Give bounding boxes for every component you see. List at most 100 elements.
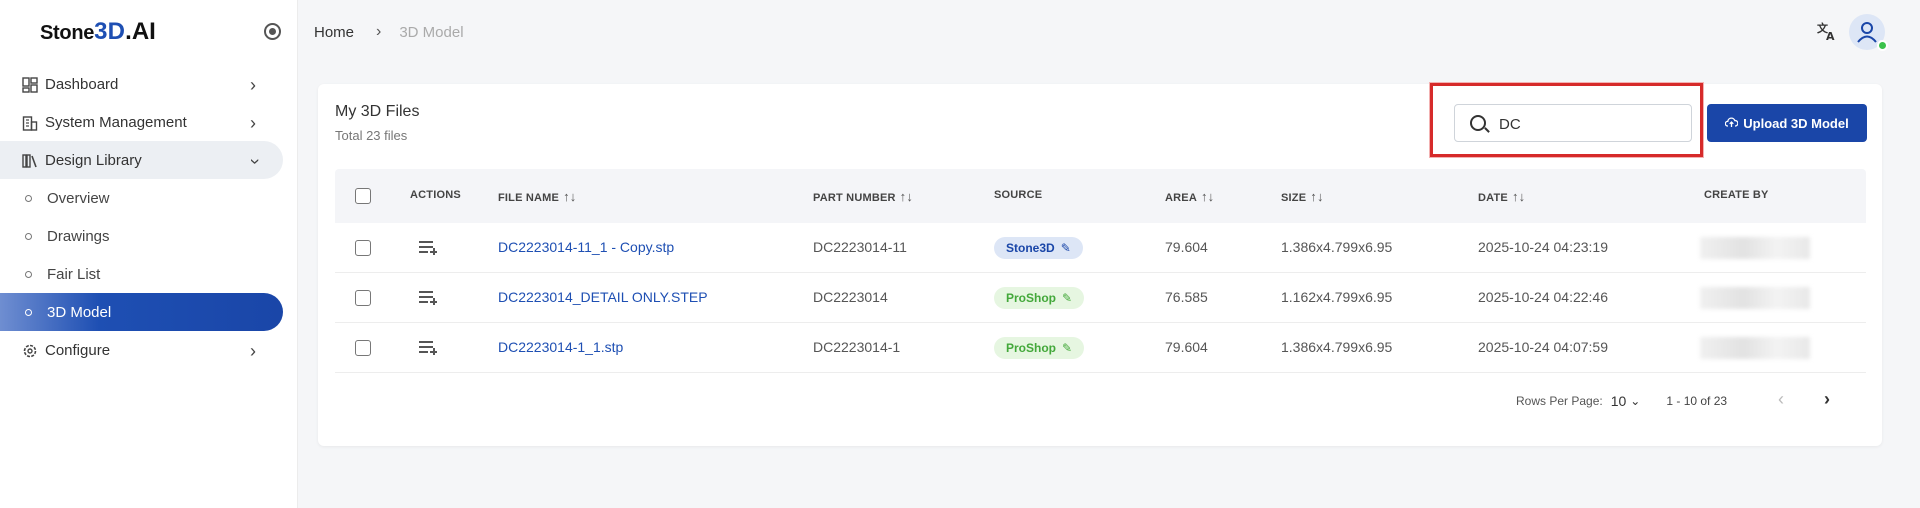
rows-per-page-label: Rows Per Page:: [1516, 394, 1603, 408]
sidebar-item-label: Configure: [45, 342, 111, 359]
table-row[interactable]: DC2223014_DETAIL ONLY.STEP DC2223014 Pro…: [335, 273, 1866, 323]
header-source: SOURCE: [994, 189, 1043, 201]
row-checkbox[interactable]: [355, 240, 371, 256]
file-name-link[interactable]: DC2223014-1_1.stp: [498, 339, 623, 355]
gear-icon: [23, 344, 37, 358]
date-value: 2025-10-24 04:22:46: [1478, 289, 1608, 305]
sidebar-item-label: Overview: [47, 190, 110, 207]
source-badge-label: ProShop: [1006, 291, 1056, 305]
sidebar-item-label: Fair List: [47, 266, 101, 283]
dashboard-icon: [22, 77, 38, 93]
brand-part-1: Stone: [40, 22, 95, 44]
header-date-label: DATE: [1478, 192, 1508, 204]
date-value: 2025-10-24 04:23:19: [1478, 239, 1608, 255]
sidebar-item-fair-list[interactable]: Fair List: [0, 255, 298, 293]
card-subtitle: Total 23 files: [335, 128, 408, 143]
library-icon: [22, 154, 37, 168]
size-value: 1.386x4.799x6.95: [1281, 239, 1393, 255]
search-icon: [1470, 115, 1486, 131]
header-file-name-label: FILE NAME: [498, 192, 560, 204]
source-badge[interactable]: ProShop ✎: [994, 337, 1085, 359]
sidebar-item-drawings[interactable]: Drawings: [0, 217, 298, 255]
breadcrumb: Home › 3D Model: [314, 23, 464, 41]
sidebar: Stone 3D .AI Dashboard › System Management…: [0, 0, 298, 508]
bullet-icon: [25, 233, 32, 240]
chevron-right-icon: ›: [376, 23, 382, 40]
page-range: 1 - 10 of 23: [1666, 394, 1728, 408]
sort-icon: ↑↓: [563, 189, 577, 204]
svg-text:A: A: [1826, 30, 1835, 42]
brand-part-2: 3D: [94, 18, 126, 45]
pagination: Rows Per Page: 10 ⌄ 1 - 10 of 23: [1516, 393, 1727, 409]
row-actions-icon[interactable]: [419, 291, 437, 305]
search-box[interactable]: [1454, 104, 1692, 142]
select-all-checkbox[interactable]: [355, 188, 371, 204]
row-actions-icon[interactable]: [419, 341, 437, 355]
header-part-number-label: PART NUMBER: [813, 192, 896, 204]
header-date[interactable]: DATE ↑↓: [1478, 189, 1525, 204]
chevron-right-icon: ›: [250, 113, 256, 133]
table-header: ACTIONS FILE NAME ↑↓ PART NUMBER ↑↓ SOURCE…: [335, 169, 1866, 223]
sidebar-item-label: Dashboard: [45, 76, 119, 93]
chevron-right-icon: ›: [250, 341, 256, 361]
header-area-label: AREA: [1165, 192, 1197, 204]
sidebar-item-label: Drawings: [47, 228, 110, 245]
sidebar-item-dashboard[interactable]: Dashboard ›: [0, 65, 298, 103]
row-checkbox[interactable]: [355, 290, 371, 306]
part-number: DC2223014-11: [813, 239, 907, 255]
search-input[interactable]: [1499, 112, 1679, 136]
header-area[interactable]: AREA ↑↓: [1165, 189, 1214, 204]
brand-part-3: .AI: [125, 18, 156, 45]
avatar[interactable]: [1849, 14, 1888, 51]
table-row[interactable]: DC2223014-11_1 - Copy.stp DC2223014-11 S…: [335, 223, 1866, 273]
cloud-upload-icon: [1724, 116, 1739, 131]
source-badge-label: Stone3D: [1006, 241, 1055, 255]
sort-icon: ↑↓: [1310, 189, 1324, 204]
row-checkbox[interactable]: [355, 340, 371, 356]
next-page-button[interactable]: ›: [1824, 389, 1830, 410]
prev-page-button[interactable]: ‹: [1778, 389, 1784, 410]
file-name-link[interactable]: DC2223014-11_1 - Copy.stp: [498, 239, 674, 255]
table-row[interactable]: DC2223014-1_1.stp DC2223014-1 ProShop ✎ 7…: [335, 323, 1866, 373]
chevron-right-icon: ›: [250, 75, 256, 95]
area-value: 79.604: [1165, 339, 1208, 355]
translate-icon[interactable]: 文A: [1816, 20, 1838, 43]
header-size[interactable]: SIZE ↑↓: [1281, 189, 1324, 204]
header-file-name[interactable]: FILE NAME ↑↓: [498, 189, 576, 204]
source-badge[interactable]: ProShop ✎: [994, 287, 1085, 309]
size-value: 1.162x4.799x6.95: [1281, 289, 1393, 305]
sidebar-item-label: 3D Model: [47, 304, 112, 321]
sidebar-item-design-library[interactable]: Design Library ›: [0, 141, 283, 179]
edit-icon: ✎: [1062, 291, 1073, 305]
brand-logo[interactable]: Stone 3D .AI: [40, 18, 156, 46]
breadcrumb-home[interactable]: Home: [314, 24, 354, 41]
area-value: 79.604: [1165, 239, 1208, 255]
blurred-creator: [1700, 237, 1810, 259]
header-part-number[interactable]: PART NUMBER ↑↓: [813, 189, 913, 204]
blurred-creator: [1700, 337, 1810, 359]
sort-icon: ↑↓: [1511, 189, 1526, 204]
sort-icon: ↑↓: [1200, 189, 1215, 204]
card-title: My 3D Files: [335, 103, 420, 120]
size-value: 1.386x4.799x6.95: [1281, 339, 1393, 355]
header-actions: ACTIONS: [410, 189, 461, 201]
sidebar-item-3d-model[interactable]: 3D Model: [0, 293, 283, 331]
bullet-icon: [25, 195, 32, 202]
chevron-down-icon: ›: [245, 158, 266, 165]
source-badge[interactable]: Stone3D ✎: [994, 237, 1083, 259]
sidebar-item-overview[interactable]: Overview: [0, 179, 298, 217]
upload-3d-model-button[interactable]: Upload 3D Model: [1707, 104, 1867, 142]
sidebar-item-system-management[interactable]: System Management ›: [0, 103, 298, 141]
sidebar-item-configure[interactable]: Configure ›: [0, 331, 298, 369]
sidebar-item-label: System Management: [45, 114, 187, 131]
breadcrumb-current: 3D Model: [399, 23, 464, 41]
part-number: DC2223014: [813, 289, 888, 305]
sidebar-item-label: Design Library: [45, 152, 142, 169]
source-badge-label: ProShop: [1006, 341, 1056, 355]
file-name-link[interactable]: DC2223014_DETAIL ONLY.STEP: [498, 289, 708, 305]
sidebar-toggle-icon[interactable]: [264, 23, 281, 40]
chevron-down-icon[interactable]: ⌄: [1630, 394, 1640, 408]
blurred-creator: [1700, 287, 1810, 309]
row-actions-icon[interactable]: [419, 241, 437, 255]
rows-per-page-select[interactable]: 10: [1611, 393, 1627, 409]
